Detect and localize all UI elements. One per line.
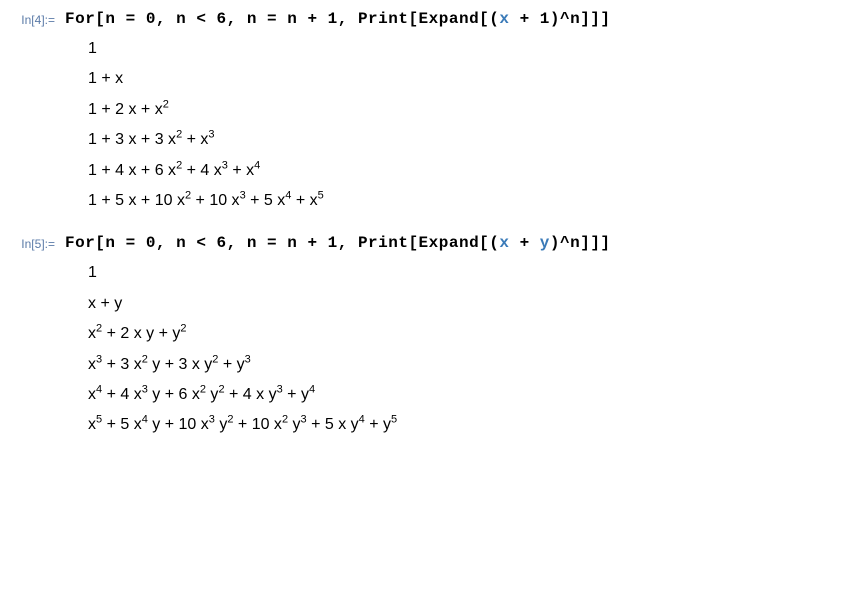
output-row: 1 — [88, 258, 858, 288]
output-row: x5 + 5 x4 y + 10 x3 y2 + 10 x2 y3 + 5 x … — [88, 410, 858, 440]
output-row: x + y — [88, 289, 858, 319]
code-mid: + 1 — [509, 10, 549, 28]
input-code[interactable]: For[n = 0, n < 6, n = n + 1, Print[Expan… — [65, 10, 611, 28]
label-prefix: In[ — [21, 13, 34, 27]
output-row: x2 + 2 x y + y2 — [88, 319, 858, 349]
print-output-block: 1 1 + x 1 + 2 x + x2 1 + 3 x + 3 x2 + x3… — [88, 30, 858, 226]
input-cell: In[5]:= For[n = 0, n < 6, n = n + 1, Pri… — [0, 234, 858, 252]
print-output-block: 1 x + y x2 + 2 x y + y2 x3 + 3 x2 y + 3 … — [88, 254, 858, 450]
symbol-y: y — [540, 234, 550, 252]
output-row: 1 + 2 x + x2 — [88, 95, 858, 125]
code-post: )^n]]] — [550, 234, 611, 252]
output-row: x3 + 3 x2 y + 3 x y2 + y3 — [88, 350, 858, 380]
symbol-x: x — [499, 234, 509, 252]
symbol-x: x — [499, 10, 509, 28]
code-pre: For[n = 0, n < 6, n = n + 1, Print[Expan… — [65, 10, 499, 28]
code-pre: For[n = 0, n < 6, n = n + 1, Print[Expan… — [65, 234, 499, 252]
output-row: 1 + 5 x + 10 x2 + 10 x3 + 5 x4 + x5 — [88, 186, 858, 216]
input-code[interactable]: For[n = 0, n < 6, n = n + 1, Print[Expan… — [65, 234, 611, 252]
output-row: 1 + 4 x + 6 x2 + 4 x3 + x4 — [88, 156, 858, 186]
code-mid: + — [509, 234, 539, 252]
label-prefix: In[ — [21, 237, 34, 251]
code-post: )^n]]] — [550, 10, 611, 28]
label-suffix: ]:= — [41, 237, 55, 251]
in-label: In[4]:= — [0, 10, 65, 27]
label-suffix: ]:= — [41, 13, 55, 27]
output-row: x4 + 4 x3 y + 6 x2 y2 + 4 x y3 + y4 — [88, 380, 858, 410]
input-cell: In[4]:= For[n = 0, n < 6, n = n + 1, Pri… — [0, 10, 858, 28]
in-label: In[5]:= — [0, 234, 65, 251]
output-row: 1 — [88, 34, 858, 64]
output-row: 1 + 3 x + 3 x2 + x3 — [88, 125, 858, 155]
output-row: 1 + x — [88, 64, 858, 94]
